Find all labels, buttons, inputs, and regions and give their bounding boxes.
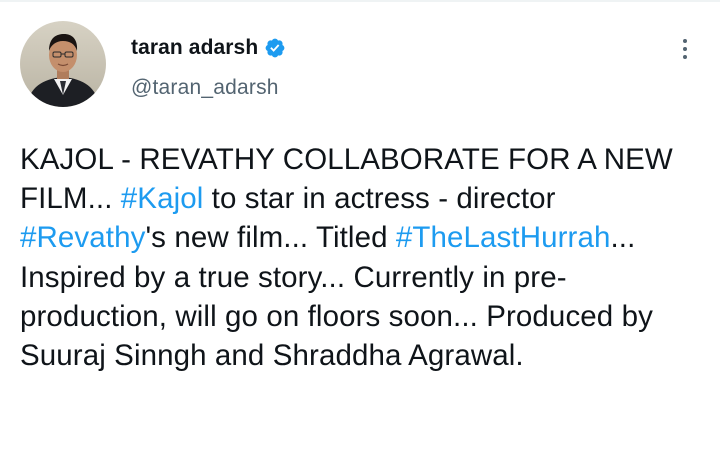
author-handle[interactable]: @taran_adarsh bbox=[131, 76, 286, 100]
menu-dot bbox=[683, 47, 687, 51]
verified-badge-icon bbox=[264, 37, 286, 59]
tweet-card: taran adarsh @taran_adarsh KAJOL - REVAT… bbox=[0, 0, 720, 453]
avatar[interactable] bbox=[20, 21, 106, 107]
tweet-text: KAJOL - REVATHY COLLABORATE FOR A NEW FI… bbox=[20, 140, 700, 375]
tweet-text-segment: to star in actress - director bbox=[203, 182, 556, 216]
author-display-name[interactable]: taran adarsh bbox=[131, 36, 258, 60]
name-row: taran adarsh bbox=[131, 34, 286, 62]
author-info: taran adarsh @taran_adarsh bbox=[131, 34, 286, 100]
hashtag-link-thelasthurrah[interactable]: #TheLastHurrah bbox=[396, 221, 611, 254]
hashtag-link-revathy[interactable]: #Revathy bbox=[20, 221, 145, 254]
tweet-text-segment: 's new film... Titled bbox=[145, 221, 396, 255]
divider bbox=[0, 0, 720, 2]
hashtag-link-kajol[interactable]: #Kajol bbox=[121, 182, 204, 215]
menu-dot bbox=[683, 39, 687, 43]
avatar-photo bbox=[20, 21, 106, 107]
more-vertical-icon[interactable] bbox=[670, 32, 700, 66]
menu-dot bbox=[683, 55, 687, 59]
